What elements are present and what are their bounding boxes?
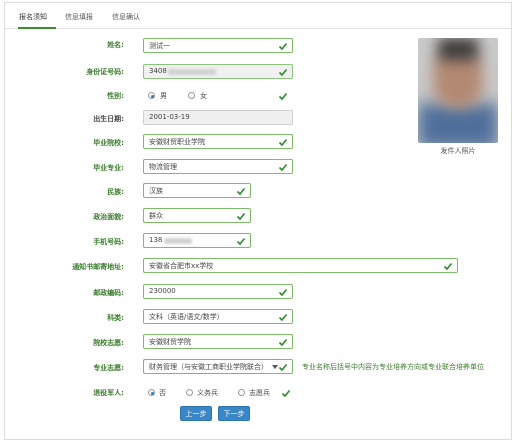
ethnicity-label: 民族: bbox=[107, 188, 124, 196]
id-number-label: 身份证号码: bbox=[86, 68, 124, 76]
veteran-conscript-radio[interactable] bbox=[186, 389, 193, 396]
tab-fill-info[interactable]: 信息填报 bbox=[65, 12, 93, 22]
veteran-no-text: 否 bbox=[159, 389, 166, 397]
subject-category-select[interactable]: 文科（英语/语文/数学） bbox=[143, 309, 293, 324]
name-label: 姓名: bbox=[107, 41, 124, 49]
redacted-blur bbox=[168, 69, 216, 75]
check-icon bbox=[278, 337, 288, 347]
tab-bar: 报名须知 信息填报 信息确认 bbox=[5, 3, 511, 29]
check-icon bbox=[278, 162, 288, 172]
gender-male-radio[interactable] bbox=[148, 92, 155, 99]
mailing-address-label: 通知书邮寄地址: bbox=[72, 263, 124, 271]
check-icon bbox=[278, 362, 288, 372]
veteran-label: 退役军人: bbox=[93, 389, 124, 397]
active-tab-indicator bbox=[18, 27, 56, 29]
check-icon bbox=[443, 261, 453, 271]
check-icon bbox=[278, 137, 288, 147]
gender-male-text: 男 bbox=[160, 92, 167, 100]
political-status-label: 政治面貌: bbox=[93, 213, 124, 221]
major-choice-hint: 专业名称后括号中内容为专业培养方向或专业联合培养单位 bbox=[302, 363, 484, 371]
veteran-radio-group: 否 义务兵 志愿兵 bbox=[148, 388, 298, 400]
id-number-value: 3408 bbox=[149, 67, 167, 75]
veteran-volunteer-radio[interactable] bbox=[238, 389, 245, 396]
mailing-address-value: 安徽省合肥市xx学校 bbox=[149, 262, 214, 270]
id-number-field[interactable]: 3408 bbox=[143, 64, 293, 79]
college-choice-value: 安徽财贸学院 bbox=[149, 338, 191, 346]
ethnicity-select[interactable]: 汉族 bbox=[143, 183, 251, 198]
major-choice-label: 专业志愿: bbox=[93, 364, 124, 372]
prev-step-button[interactable]: 上一步 bbox=[180, 406, 212, 421]
graduate-school-value: 安徽财贸职业学院 bbox=[149, 138, 205, 146]
check-icon bbox=[236, 236, 246, 246]
graduate-school-label: 毕业院校: bbox=[93, 139, 124, 147]
graduate-major-field[interactable]: 物流管理 bbox=[143, 159, 293, 174]
redacted-blur bbox=[164, 238, 192, 244]
check-icon bbox=[278, 67, 288, 77]
political-status-value: 群众 bbox=[149, 212, 163, 220]
name-field[interactable]: 测试一 bbox=[143, 38, 293, 53]
tab-notice[interactable]: 报名须知 bbox=[19, 12, 47, 22]
next-step-button[interactable]: 下一步 bbox=[218, 406, 250, 421]
check-icon bbox=[281, 388, 291, 398]
graduate-school-field[interactable]: 安徽财贸职业学院 bbox=[143, 134, 293, 149]
name-value: 测试一 bbox=[149, 42, 170, 50]
political-status-select[interactable]: 群众 bbox=[143, 208, 251, 223]
check-icon bbox=[278, 287, 288, 297]
veteran-no-radio[interactable] bbox=[148, 389, 155, 396]
phone-value: 138 bbox=[149, 236, 163, 244]
college-choice-label: 院校志愿: bbox=[93, 339, 124, 347]
major-choice-value: 财务管理（与安徽工商职业学院联合） bbox=[149, 363, 268, 371]
major-choice-select[interactable]: 财务管理（与安徽工商职业学院联合） bbox=[143, 359, 293, 374]
ethnicity-value: 汉族 bbox=[149, 187, 163, 195]
applicant-photo bbox=[418, 38, 498, 143]
subject-category-label: 科类: bbox=[107, 314, 124, 322]
veteran-conscript-text: 义务兵 bbox=[197, 389, 218, 397]
gender-label: 性别: bbox=[107, 92, 124, 100]
graduate-major-label: 毕业专业: bbox=[93, 164, 124, 172]
birth-date-label: 出生日期: bbox=[93, 115, 124, 123]
birth-date-value: 2001-03-19 bbox=[149, 113, 190, 121]
check-icon bbox=[236, 186, 246, 196]
graduate-major-value: 物流管理 bbox=[149, 163, 177, 171]
college-choice-select[interactable]: 安徽财贸学院 bbox=[143, 334, 293, 349]
photo-caption: 发件人照片 bbox=[440, 147, 476, 155]
postcode-value: 230000 bbox=[149, 287, 176, 295]
phone-field[interactable]: 138 bbox=[143, 233, 251, 248]
subject-category-value: 文科（英语/语文/数学） bbox=[149, 313, 224, 321]
postcode-field[interactable]: 230000 bbox=[143, 284, 293, 299]
mailing-address-field[interactable]: 安徽省合肥市xx学校 bbox=[143, 258, 458, 273]
veteran-volunteer-text: 志愿兵 bbox=[249, 389, 270, 397]
check-icon bbox=[278, 91, 288, 101]
gender-radio-group: 男 女 bbox=[148, 91, 298, 103]
check-icon bbox=[278, 41, 288, 51]
check-icon bbox=[236, 211, 246, 221]
gender-female-text: 女 bbox=[200, 92, 207, 100]
gender-female-radio[interactable] bbox=[188, 92, 195, 99]
check-icon bbox=[278, 312, 288, 322]
postcode-label: 邮政编码: bbox=[93, 289, 124, 297]
tab-confirm-info[interactable]: 信息确认 bbox=[112, 12, 140, 22]
birth-date-field: 2001-03-19 bbox=[143, 110, 293, 125]
phone-label: 手机号码: bbox=[93, 238, 124, 246]
